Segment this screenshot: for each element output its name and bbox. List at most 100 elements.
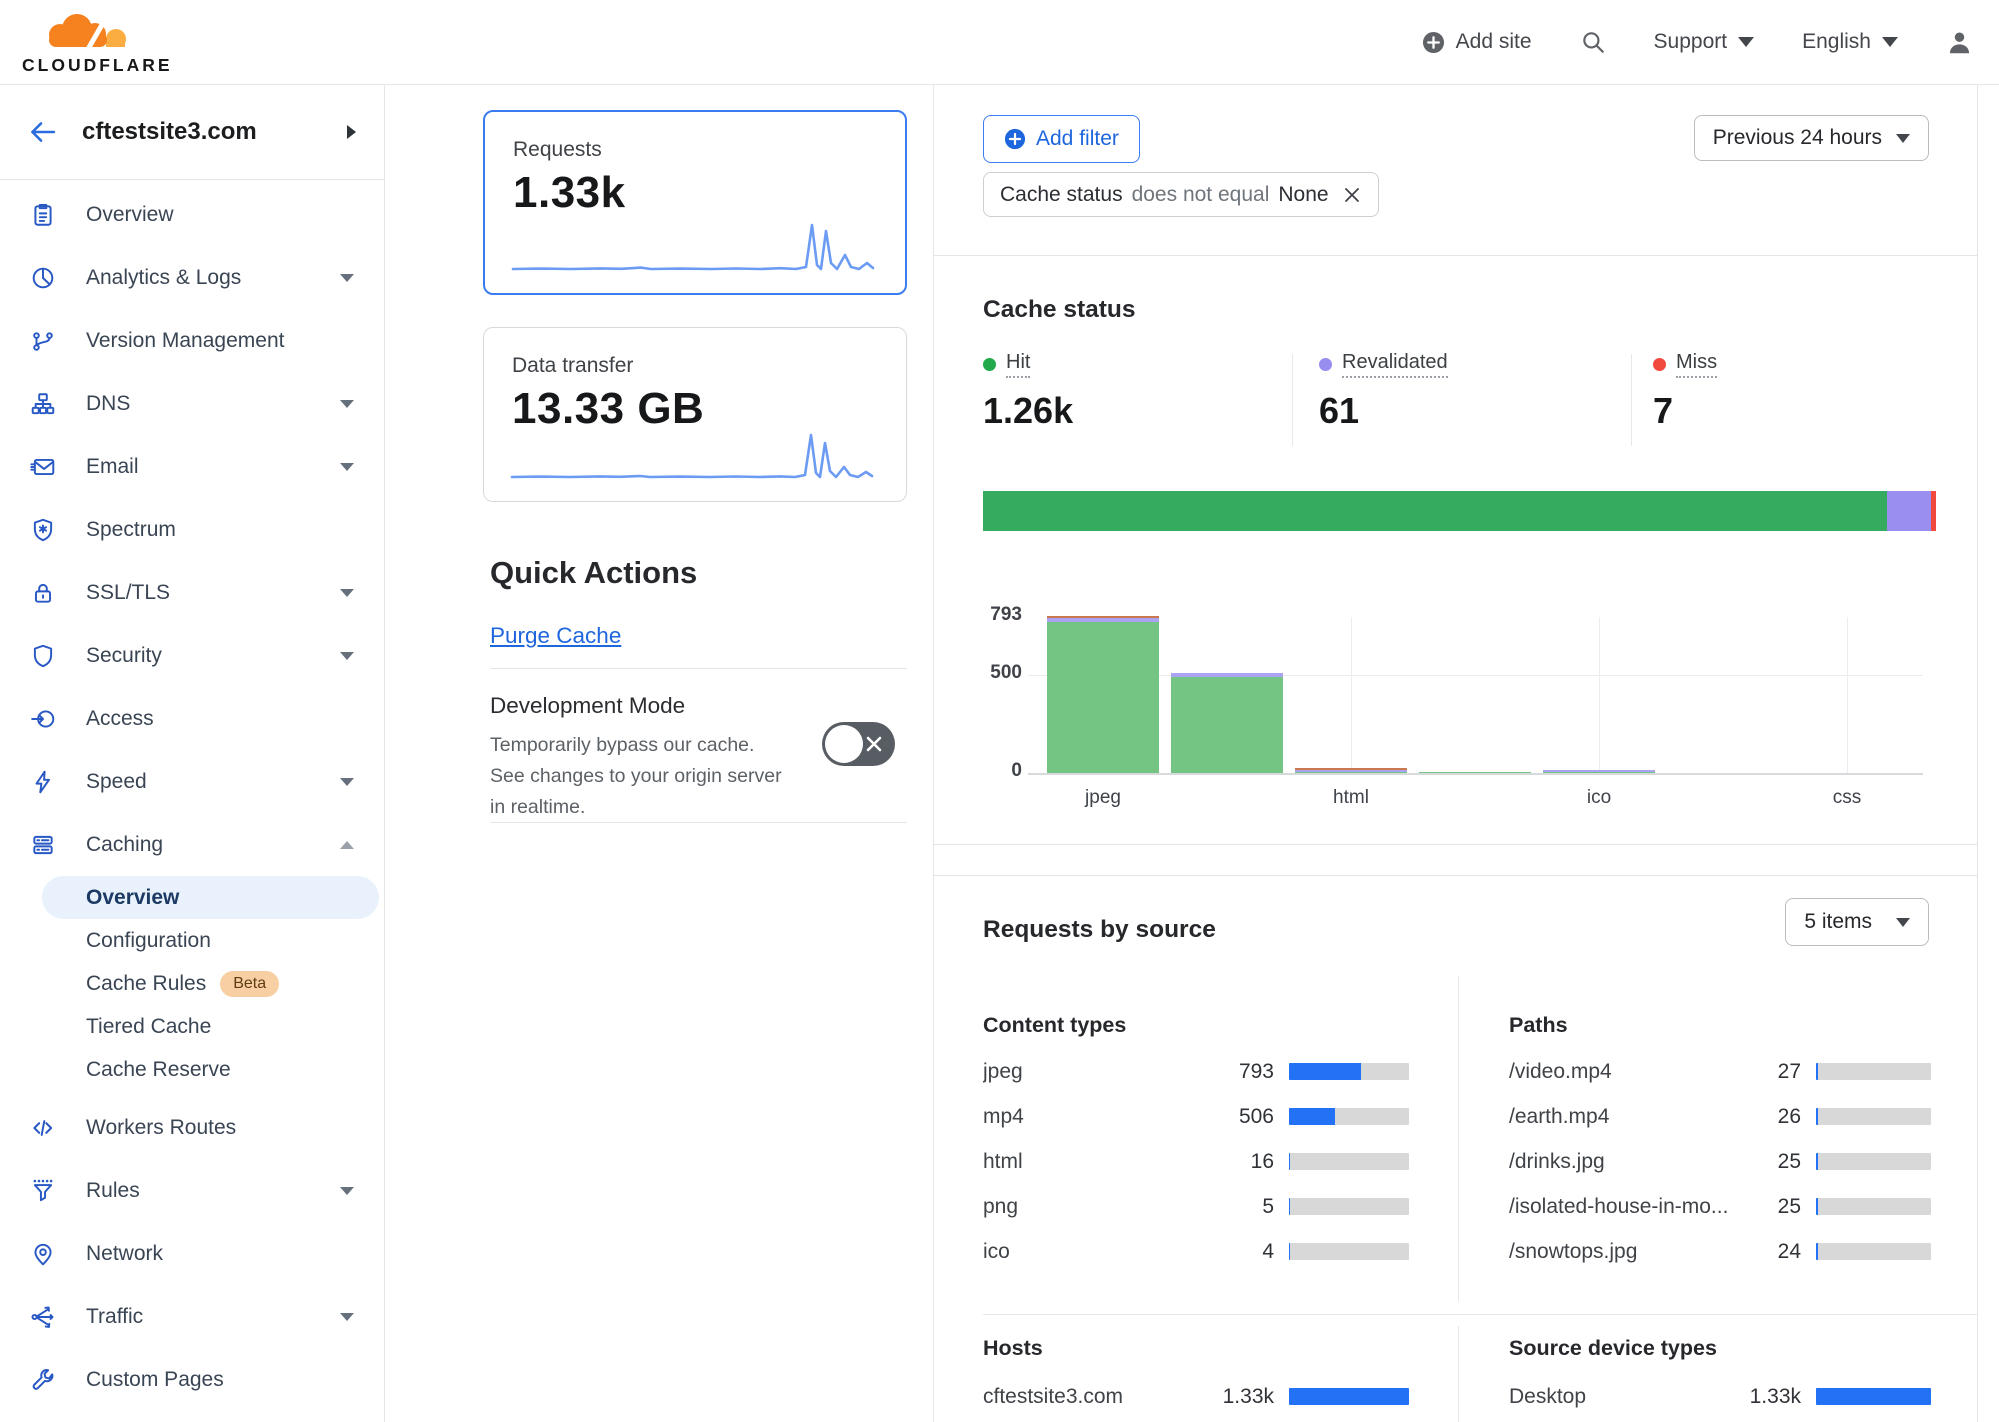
bar-slot[interactable]	[1413, 617, 1537, 773]
plus-circle-icon	[1004, 128, 1026, 150]
sidebar-item-spectrum[interactable]: Spectrum	[0, 498, 384, 561]
support-menu[interactable]: Support	[1654, 30, 1755, 54]
value-bar	[1289, 1153, 1409, 1170]
user-avatar-icon[interactable]	[1946, 29, 1973, 56]
server-stack-icon	[30, 832, 56, 858]
remove-filter-icon[interactable]	[1342, 185, 1362, 205]
content-type-row[interactable]: png 5	[983, 1184, 1409, 1229]
chevron-down-icon	[340, 778, 354, 786]
content-type-row[interactable]: html 16	[983, 1139, 1409, 1184]
sidebar-subitem-configuration[interactable]: Configuration	[0, 919, 384, 962]
y-tick-793: 793	[934, 604, 1022, 626]
sidebar-item-analytics-logs[interactable]: Analytics & Logs	[0, 246, 384, 309]
search-icon[interactable]	[1580, 29, 1606, 55]
beta-badge: Beta	[220, 971, 279, 997]
revalidated-label[interactable]: Revalidated	[1342, 351, 1448, 378]
y-tick-0: 0	[934, 760, 1022, 782]
requests-metric-card[interactable]: Requests 1.33k	[483, 110, 907, 295]
path-row[interactable]: /snowtops.jpg 24	[1509, 1229, 1931, 1274]
sidebar-item-overview[interactable]: Overview	[0, 183, 384, 246]
data-transfer-metric-card[interactable]: Data transfer 13.33 GB	[483, 327, 907, 502]
sidebar-item-dns[interactable]: DNS	[0, 372, 384, 435]
pie-chart-icon	[30, 265, 56, 291]
plus-circle-icon	[1422, 31, 1445, 54]
items-count-dropdown[interactable]: 5 items	[1785, 898, 1929, 946]
content-types-heading: Content types	[983, 1013, 1126, 1038]
sidebar-item-workers-routes[interactable]: Workers Routes	[0, 1096, 384, 1159]
sidebar-item-speed[interactable]: Speed	[0, 750, 384, 813]
purge-cache-link[interactable]: Purge Cache	[490, 623, 621, 649]
hit-label[interactable]: Hit	[1006, 351, 1030, 378]
sidebar-subitem-cache-reserve[interactable]: Cache Reserve	[0, 1048, 384, 1091]
add-filter-button[interactable]: Add filter	[983, 115, 1140, 163]
bar-slot[interactable]	[1165, 617, 1289, 773]
back-arrow-icon[interactable]	[26, 117, 56, 147]
sidebar-item-caching[interactable]: Caching	[0, 813, 384, 876]
chevron-down-icon	[340, 400, 354, 408]
time-range-dropdown[interactable]: Previous 24 hours	[1694, 115, 1929, 161]
miss-value: 7	[1653, 390, 1717, 432]
chevron-down-icon	[1896, 918, 1910, 927]
value-bar	[1816, 1063, 1931, 1080]
wrench-icon	[30, 1367, 56, 1393]
miss-label[interactable]: Miss	[1676, 351, 1717, 378]
path-row[interactable]: /earth.mp4 26	[1509, 1094, 1931, 1139]
value-bar	[1289, 1388, 1409, 1405]
bar-slot[interactable]	[1289, 617, 1413, 773]
sidebar-item-email[interactable]: Email	[0, 435, 384, 498]
filter-chip-cache-status: Cache status does not equal None	[983, 172, 1379, 217]
hosts-heading: Hosts	[983, 1336, 1043, 1361]
sidebar-item-security[interactable]: Security	[0, 624, 384, 687]
sidebar-subitem-caching-overview[interactable]: Overview	[42, 876, 379, 919]
device-row[interactable]: Desktop 1.33k	[1509, 1374, 1931, 1419]
sidebar-item-version-management[interactable]: Version Management	[0, 309, 384, 372]
content-type-row[interactable]: mp4 506	[983, 1094, 1409, 1139]
chevron-up-icon	[340, 841, 354, 849]
host-row[interactable]: cftestsite3.com 1.33k	[983, 1374, 1409, 1419]
bar-slot[interactable]	[1785, 617, 1909, 773]
content-type-row[interactable]: ico 4	[983, 1229, 1409, 1274]
sidebar-item-ssl-tls[interactable]: SSL/TLS	[0, 561, 384, 624]
sidebar-item-traffic[interactable]: Traffic	[0, 1285, 384, 1348]
stat-revalidated: Revalidated 61	[1319, 351, 1448, 432]
language-menu[interactable]: English	[1802, 30, 1898, 54]
chevron-down-icon	[340, 1313, 354, 1321]
y-tick-500: 500	[934, 662, 1022, 684]
add-site-button[interactable]: Add site	[1422, 30, 1532, 54]
bar-slot[interactable]	[1661, 617, 1785, 773]
divider	[490, 822, 907, 823]
revalidated-dot-icon	[1319, 358, 1332, 371]
sidebar-item-network[interactable]: Network	[0, 1222, 384, 1285]
sidebar-item-custom-pages[interactable]: Custom Pages	[0, 1348, 384, 1411]
content-type-row[interactable]: jpeg 793	[983, 1049, 1409, 1094]
value-bar	[1816, 1198, 1931, 1215]
path-row[interactable]: /video.mp4 27	[1509, 1049, 1931, 1094]
chevron-down-icon	[340, 274, 354, 282]
clipboard-icon	[30, 202, 56, 228]
bar-slot[interactable]	[1041, 617, 1165, 773]
content-type-bars	[1041, 617, 1909, 773]
top-nav: CLOUDFLARE Add site Support English	[0, 0, 1999, 85]
cache-status-title: Cache status	[983, 296, 1136, 324]
sidebar-item-access[interactable]: Access	[0, 687, 384, 750]
development-mode-toggle[interactable]	[822, 722, 895, 766]
sidebar-item-rules[interactable]: Rules	[0, 1159, 384, 1222]
dist-segment-miss	[1931, 491, 1936, 531]
miss-dot-icon	[1653, 358, 1666, 371]
cloudflare-logo[interactable]: CLOUDFLARE	[22, 9, 173, 76]
x-axis-line	[1028, 773, 1923, 775]
brand-wordmark: CLOUDFLARE	[22, 55, 173, 76]
divider	[1458, 1326, 1459, 1422]
path-row[interactable]: /isolated-house-in-mo... 25	[1509, 1184, 1931, 1229]
divider	[1458, 976, 1459, 1301]
chevron-right-icon[interactable]	[347, 125, 356, 139]
bar-slot[interactable]	[1537, 617, 1661, 773]
value-bar	[1816, 1243, 1931, 1260]
lock-icon	[30, 580, 56, 606]
path-row[interactable]: /drinks.jpg 25	[1509, 1139, 1931, 1184]
envelope-icon	[30, 454, 56, 480]
lightning-bolt-icon	[30, 769, 56, 795]
sidebar-subitem-tiered-cache[interactable]: Tiered Cache	[0, 1005, 384, 1048]
sidebar-subitem-cache-rules[interactable]: Cache RulesBeta	[0, 962, 384, 1005]
value-bar	[1816, 1153, 1931, 1170]
